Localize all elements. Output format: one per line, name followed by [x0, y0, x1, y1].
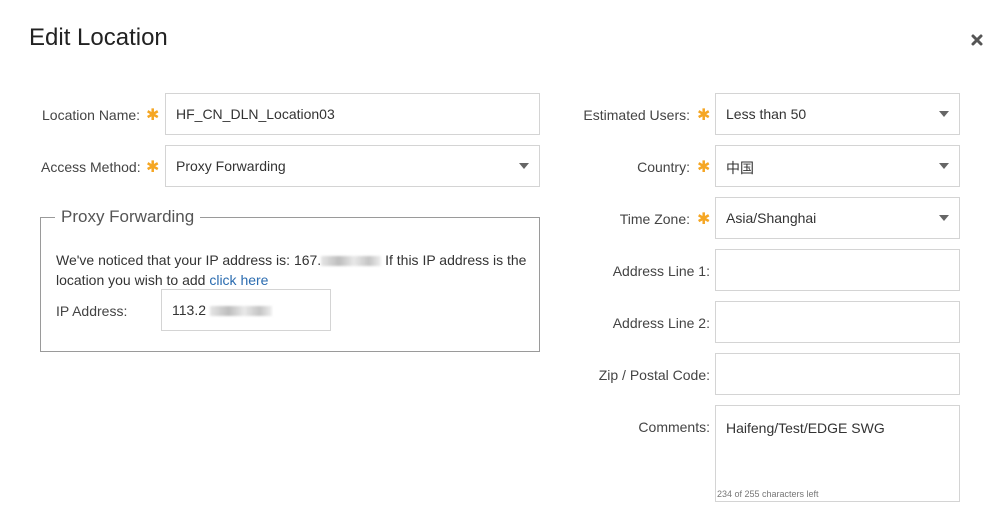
estimated-users-value: Less than 50 [726, 106, 807, 122]
access-method-value: Proxy Forwarding [176, 158, 286, 174]
country-select[interactable]: 中国 [715, 145, 960, 187]
required-asterisk: ✱ [697, 107, 711, 124]
comments-label: Comments: [638, 419, 710, 435]
access-method-label: Access Method: [41, 159, 141, 175]
country-label: Country: [637, 159, 690, 175]
time-zone-select[interactable]: Asia/Shanghai [715, 197, 960, 239]
estimated-users-label: Estimated Users: [583, 107, 690, 123]
comments-textarea[interactable]: Haifeng/Test/EDGE SWG 234 of 255 charact… [715, 405, 960, 502]
close-button[interactable] [966, 29, 988, 51]
location-name-label: Location Name: [42, 107, 141, 123]
location-name-input[interactable]: HF_CN_DLN_Location03 [165, 93, 540, 135]
country-value: 中国 [726, 160, 754, 176]
required-asterisk: ✱ [697, 211, 711, 228]
ip-address-value: 113.2 [172, 302, 272, 318]
click-here-link[interactable]: click here [209, 272, 268, 288]
ip-address-input[interactable]: 113.2 [161, 289, 331, 331]
comments-value: Haifeng/Test/EDGE SWG [726, 420, 885, 436]
estimated-users-select[interactable]: Less than 50 [715, 93, 960, 135]
time-zone-value: Asia/Shanghai [726, 210, 817, 226]
time-zone-label: Time Zone: [619, 211, 690, 227]
chevron-down-icon [519, 163, 529, 169]
zip-code-label: Zip / Postal Code: [598, 367, 710, 383]
zip-code-input[interactable] [715, 353, 960, 395]
chevron-down-icon [939, 163, 949, 169]
ip-notice-prefix: We've noticed that your IP address is: 1… [56, 252, 322, 268]
required-asterisk: ✱ [697, 159, 711, 176]
location-name-value: HF_CN_DLN_Location03 [176, 106, 335, 122]
chevron-down-icon [939, 215, 949, 221]
proxy-forwarding-legend: Proxy Forwarding [61, 207, 195, 226]
address-line-2-label: Address Line 2: [612, 315, 710, 331]
ip-address-label: IP Address: [56, 303, 128, 319]
address-line-1-input[interactable] [715, 249, 960, 291]
access-method-select[interactable]: Proxy Forwarding [165, 145, 540, 187]
address-line-1-label: Address Line 1: [612, 263, 710, 279]
close-x-icon [971, 34, 983, 46]
required-asterisk: ✱ [146, 159, 160, 176]
ip-notice: We've noticed that your IP address is: 1… [56, 250, 532, 290]
redacted-ip [321, 256, 382, 267]
dialog-title: Edit Location [29, 24, 168, 51]
redacted-ip [209, 306, 272, 317]
address-line-2-input[interactable] [715, 301, 960, 343]
character-count: 234 of 255 characters left [717, 489, 819, 499]
chevron-down-icon [939, 111, 949, 117]
required-asterisk: ✱ [146, 107, 160, 124]
